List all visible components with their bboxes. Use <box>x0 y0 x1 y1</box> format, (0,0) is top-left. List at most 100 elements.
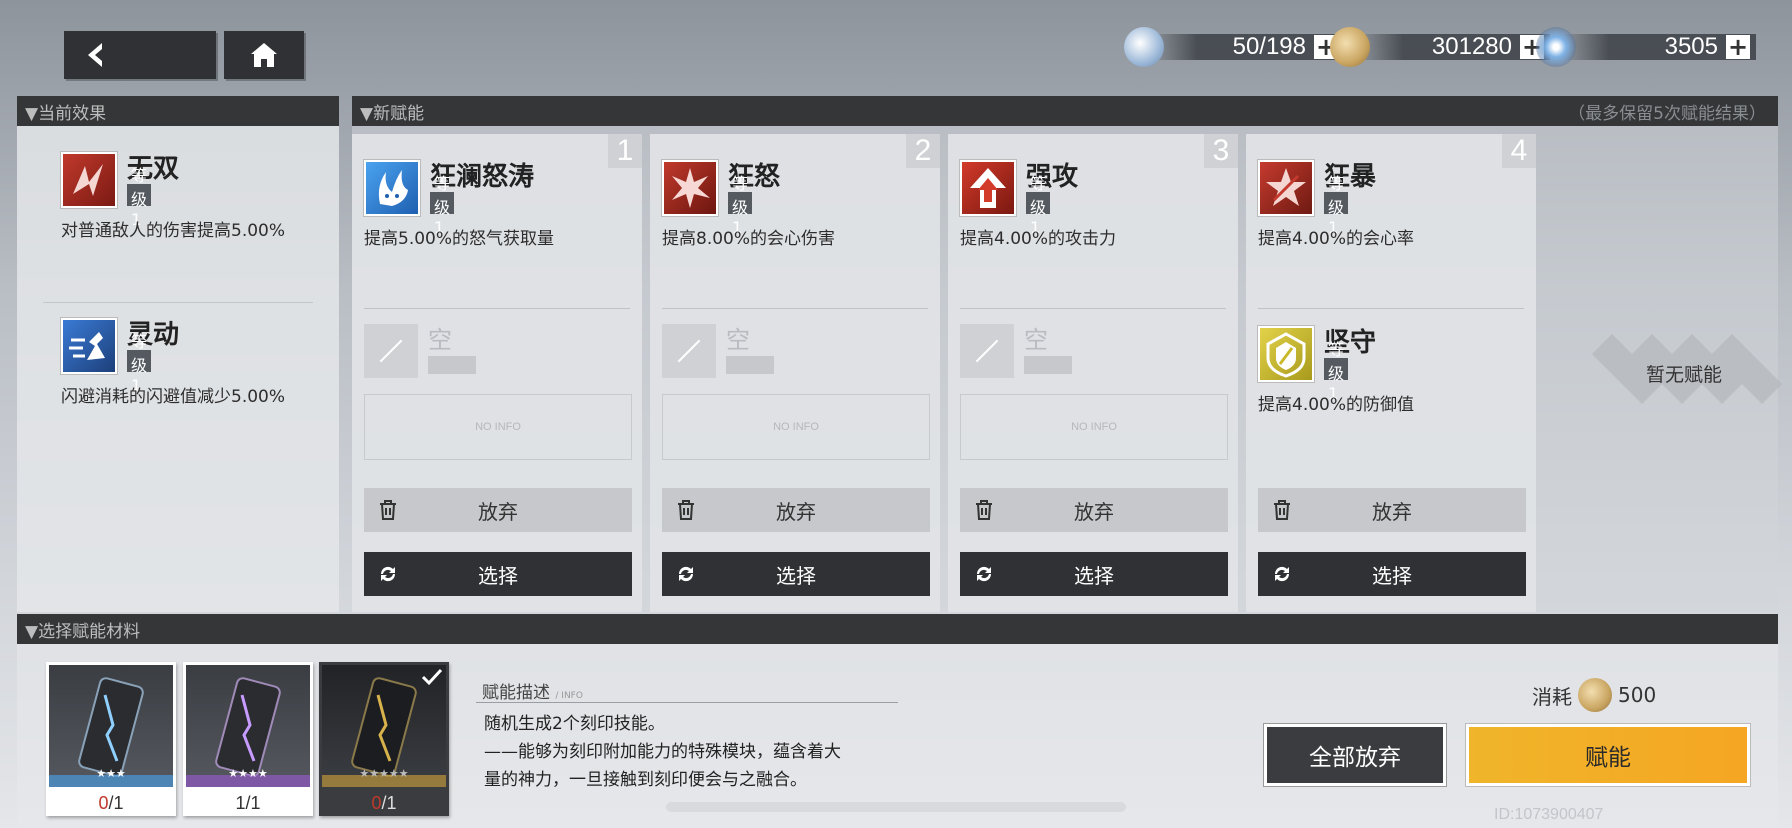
material-card[interactable]: ★★★★ 1/1 <box>183 662 313 816</box>
talent-item: 坚守 等级1 提高4.00%的防御值 <box>1258 326 1414 415</box>
qianggong-icon <box>960 160 1016 216</box>
coins-value: 301280 <box>1431 33 1512 60</box>
talent-desc: 提高4.00%的会心率 <box>1258 229 1415 249</box>
empty-level-bar <box>428 356 476 374</box>
abandon-label: 放弃 <box>776 499 816 524</box>
cost-display: 消耗 500 <box>1532 678 1656 712</box>
talent-level: 等级1 <box>728 174 753 237</box>
talent-item: 狂怒 等级1 提高8.00%的会心伤害 <box>662 160 835 249</box>
select-button[interactable]: 选择 <box>960 552 1228 596</box>
talent-item: 狂暴 等级1 提高4.00%的会心率 <box>1258 160 1414 249</box>
empty-label: 空 <box>1024 326 1048 354</box>
description-divider <box>476 702 898 703</box>
empty-slot: 空 <box>662 324 774 378</box>
divider <box>960 308 1226 309</box>
divider <box>662 308 928 309</box>
current-effects-panel: 无双 等级1 对普通敌人的伤害提高5.00% 灵动 等级1 闪避消耗的闪避值减少… <box>17 126 339 612</box>
swap-icon <box>380 566 396 582</box>
materials-header: ▼选择赋能材料 <box>17 614 1778 644</box>
wushuang-icon <box>61 152 117 208</box>
scrollbar[interactable] <box>666 802 1126 812</box>
empty-talent-slot: 暂无赋能 <box>1544 134 1782 612</box>
swap-icon <box>976 566 992 582</box>
cost-label: 消耗 <box>1532 684 1572 709</box>
crystal-icon <box>1536 27 1576 67</box>
empty-slot-icon <box>960 324 1014 378</box>
material-count: 0/1 <box>371 793 397 813</box>
effect-desc: 对普通敌人的伤害提高5.00% <box>61 221 286 241</box>
swap-icon <box>678 566 694 582</box>
material-count: 1/1 <box>235 793 261 813</box>
card-number: 3 <box>1204 134 1238 168</box>
material-card-selected[interactable]: ★★★★★ 0/1 <box>319 662 449 816</box>
talent-card-4: 4 狂暴 等级1 提高4.00%的会心率 坚守 等级1 提高4.00%的防御值 … <box>1246 134 1536 612</box>
material-count: 0/1 <box>98 793 124 813</box>
no-info-box: NO INFO <box>662 394 930 460</box>
cost-value: 500 <box>1618 683 1657 707</box>
abandon-all-button[interactable]: 全部放弃 <box>1264 724 1446 786</box>
home-icon <box>251 43 277 67</box>
select-label: 选择 <box>1074 563 1114 588</box>
abandon-button[interactable]: 放弃 <box>662 488 930 532</box>
talent-desc: 提高8.00%的会心伤害 <box>662 229 836 249</box>
trash-icon <box>678 500 694 520</box>
divider <box>43 302 313 303</box>
fuse-button[interactable]: 赋能 <box>1466 724 1750 786</box>
coin-icon <box>1578 678 1612 712</box>
divider <box>1258 308 1524 309</box>
select-button[interactable]: 选择 <box>1258 552 1526 596</box>
effect-desc: 闪避消耗的闪避值减少5.00% <box>61 387 286 407</box>
talent-item: 狂澜怒涛 等级1 提高5.00%的怒气获取量 <box>364 160 554 249</box>
add-crystals-button[interactable]: + <box>1726 35 1750 59</box>
kuangnu-icon <box>662 160 718 216</box>
empty-label: 空 <box>726 326 750 354</box>
abandon-button[interactable]: 放弃 <box>960 488 1228 532</box>
effect-level: 等级1 <box>127 332 152 395</box>
home-button[interactable] <box>224 31 304 79</box>
talent-desc: 提高4.00%的攻击力 <box>960 229 1117 249</box>
talent-level: 等级1 <box>430 174 455 237</box>
effect-item: 无双 等级1 对普通敌人的伤害提高5.00% <box>61 152 285 241</box>
select-label: 选择 <box>776 563 816 588</box>
select-button[interactable]: 选择 <box>662 552 930 596</box>
kuangbao-icon <box>1258 160 1314 216</box>
abandon-label: 放弃 <box>1372 499 1412 524</box>
talent-item: 强攻 等级1 提高4.00%的攻击力 <box>960 160 1116 249</box>
empty-slot: 空 <box>960 324 1072 378</box>
card-number: 2 <box>906 134 940 168</box>
talent-level: 等级1 <box>1324 174 1349 237</box>
back-button[interactable] <box>64 31 216 79</box>
fuel-icon <box>1124 27 1164 67</box>
trash-icon <box>380 500 396 520</box>
description-text: 随机生成2个刻印技能。 ——能够为刻印附加能力的特殊模块，蕴含着大 量的神力，一… <box>484 714 841 790</box>
talent-desc: 提高5.00%的怒气获取量 <box>364 229 555 249</box>
resource-fuel: 50/198 + <box>1124 27 1344 67</box>
check-icon <box>421 668 443 686</box>
new-talents-title: ▼新赋能 <box>360 103 425 124</box>
retention-note: （最多保留5次赋能结果） <box>1568 103 1766 124</box>
empty-slot-icon <box>364 324 418 378</box>
empty-label: 空 <box>428 326 452 354</box>
talent-card-3: 3 强攻 等级1 提高4.00%的攻击力 空 NO INFO 放弃 选择 <box>948 134 1238 612</box>
kuanglan-icon <box>364 160 420 216</box>
rarity-stars: ★★★ <box>96 767 126 780</box>
talent-level: 等级1 <box>1324 340 1349 403</box>
current-effects-header: ▼当前效果 <box>17 96 339 126</box>
divider <box>364 308 630 309</box>
module-image: ★★★ <box>49 665 173 787</box>
abandon-button[interactable]: 放弃 <box>1258 488 1526 532</box>
no-info-box: NO INFO <box>364 394 632 460</box>
coin-icon <box>1330 27 1370 67</box>
no-talent-label: 暂无赋能 <box>1646 364 1723 386</box>
resource-crystals: 3505 + <box>1536 27 1756 67</box>
abandon-button[interactable]: 放弃 <box>364 488 632 532</box>
abandon-label: 放弃 <box>478 499 518 524</box>
jianshou-icon <box>1258 326 1314 382</box>
module-image: ★★★★ <box>186 665 310 787</box>
material-card[interactable]: ★★★ 0/1 <box>46 662 176 816</box>
select-button[interactable]: 选择 <box>364 552 632 596</box>
empty-level-bar <box>1024 356 1072 374</box>
empty-level-bar <box>726 356 774 374</box>
effect-item: 灵动 等级1 闪避消耗的闪避值减少5.00% <box>61 318 285 407</box>
card-number: 4 <box>1502 134 1536 168</box>
